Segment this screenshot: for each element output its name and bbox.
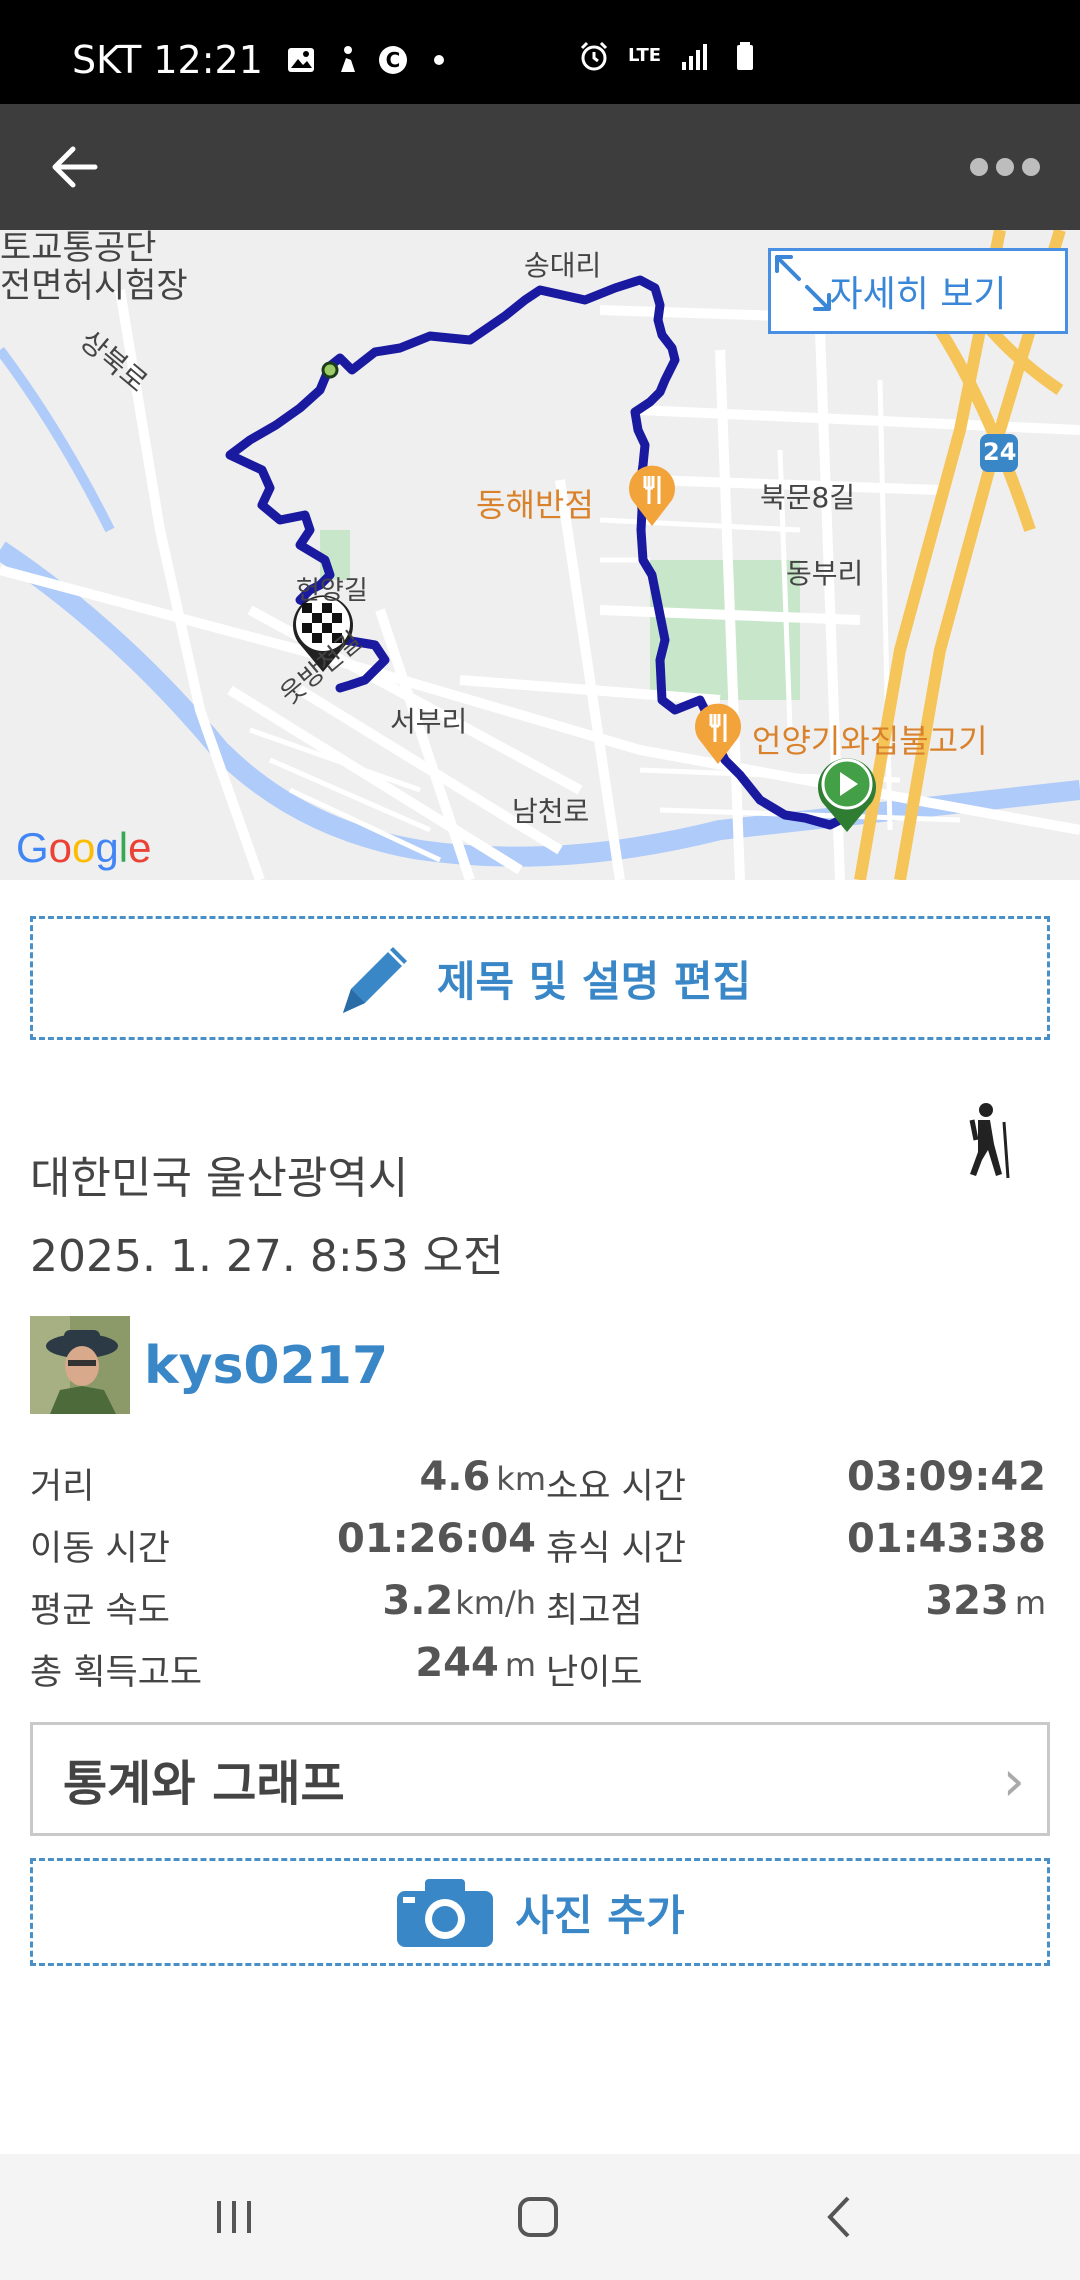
pencil-icon (342, 947, 407, 1013)
lte-icon: LTE (628, 45, 662, 66)
stats-graph-button[interactable]: 통계와 그래프 › (30, 1722, 1050, 1836)
avg-speed-unit: km/h (455, 1584, 536, 1622)
duration-label: 소요 시간 (546, 1467, 686, 1507)
battery-icon (737, 42, 754, 70)
gallery-icon (287, 48, 314, 72)
map-label-seoburi: 서부리 (390, 705, 468, 738)
home-icon (518, 2197, 558, 2237)
restaurant-icon (695, 703, 741, 764)
detail-view-button[interactable]: 자세히 보기 (768, 248, 1068, 334)
system-back-button[interactable] (800, 2184, 880, 2250)
map-label-songdaeri: 송대리 (524, 249, 602, 282)
hiking-activity-icon[interactable] (956, 1100, 1016, 1180)
status-right: LTE (578, 40, 761, 72)
app-bar (0, 104, 1080, 230)
more-options-button[interactable] (960, 140, 1050, 194)
more-dots-icon (970, 158, 988, 176)
route-map[interactable]: 토교통공단 전면허시험장 송대리 상북로 북문8길 동부리 헌양길 웃방천길 서… (0, 230, 1080, 880)
carrier-time: SKT 12:21 (72, 38, 263, 82)
poi-label-restaurant-1: 동해반점 (476, 486, 594, 524)
status-bar: SKT 12:21 C LTE (0, 0, 1080, 104)
play-start-icon (818, 758, 876, 832)
max-elevation-value: 323 (925, 1578, 1009, 1624)
detail-view-label: 자세히 보기 (829, 274, 1007, 315)
location-text: 대한민국 울산광역시 (30, 1153, 409, 1204)
map-label-heonyanggil: 헌양길 (296, 576, 368, 606)
hiking-notification-icon (340, 46, 355, 72)
elevation-gain-value: 244 (415, 1640, 499, 1686)
recent-apps-icon (217, 2201, 251, 2233)
chevron-left-icon (827, 2196, 850, 2238)
edit-title-description-button[interactable]: 제목 및 설명 편집 (30, 916, 1050, 1040)
difficulty-label: 난이도 (546, 1653, 643, 1693)
elevation-gain-value-wrap: 244 m (415, 1640, 536, 1686)
map-label-dongburi: 동부리 (786, 557, 864, 590)
avg-speed-label: 평균 속도 (30, 1591, 170, 1631)
moving-time-label: 이동 시간 (30, 1529, 170, 1569)
elevation-gain-label: 총 획득고도 (30, 1653, 203, 1693)
avatar-photo (30, 1316, 130, 1414)
moving-time-value: 01:26:04 (337, 1516, 536, 1562)
distance-label: 거리 (30, 1467, 95, 1507)
datetime-text: 2025. 1. 27. 8:53 오전 (30, 1231, 504, 1282)
google-logo: Google (16, 824, 152, 871)
elevation-gain-unit: m (504, 1646, 536, 1684)
system-nav-bar (0, 2154, 1080, 2280)
signal-icon (682, 44, 708, 70)
duration-value: 03:09:42 (847, 1454, 1046, 1500)
add-photo-label: 사진 추가 (515, 1890, 685, 1940)
route-24-label: 24 (983, 438, 1017, 466)
map-label-top-left-2: 전면허시험장 (0, 266, 188, 306)
status-left: SKT 12:21 C (72, 38, 455, 82)
distance-unit: km (496, 1460, 546, 1498)
svg-text:C: C (386, 48, 401, 72)
start-marker[interactable] (814, 754, 880, 834)
back-arrow-icon (52, 146, 98, 188)
alarm-icon (580, 41, 608, 71)
distance-value-wrap: 4.6 km (419, 1454, 546, 1500)
back-button[interactable] (40, 134, 110, 200)
dot-icon (433, 55, 444, 65)
restaurant-pin-2[interactable] (692, 700, 744, 766)
rest-time-value: 01:43:38 (847, 1516, 1046, 1562)
expand-icon (775, 255, 831, 311)
camera-icon (397, 1879, 494, 1947)
distance-value: 4.6 (419, 1454, 491, 1500)
restaurant-pin-1[interactable] (626, 462, 678, 528)
user-avatar[interactable] (30, 1316, 130, 1414)
max-elevation-label: 최고점 (546, 1591, 643, 1631)
rest-time-label: 휴식 시간 (546, 1529, 686, 1569)
edit-title-description-label: 제목 및 설명 편집 (436, 956, 752, 1006)
stats-graph-label: 통계와 그래프 (63, 1756, 345, 1812)
max-elevation-unit: m (1014, 1584, 1046, 1622)
home-button[interactable] (498, 2184, 578, 2250)
max-elevation-value-wrap: 323 m (925, 1578, 1046, 1624)
c-app-icon: C (378, 46, 407, 74)
avg-speed-value-wrap: 3.2km/h (382, 1578, 536, 1624)
poi-label-restaurant-2: 언양기와집불고기 (752, 722, 988, 760)
username-link[interactable]: kys0217 (144, 1336, 388, 1396)
add-photo-button[interactable]: 사진 추가 (30, 1858, 1050, 1966)
map-label-namcheonro: 남천로 (512, 795, 590, 828)
restaurant-icon (629, 465, 675, 526)
chevron-right-icon: › (1002, 1749, 1025, 1814)
notification-icons: C (285, 44, 455, 76)
recent-apps-button[interactable] (194, 2184, 274, 2250)
map-label-bukmun8gil: 북문8길 (760, 481, 856, 514)
avg-speed-value: 3.2 (382, 1578, 454, 1624)
